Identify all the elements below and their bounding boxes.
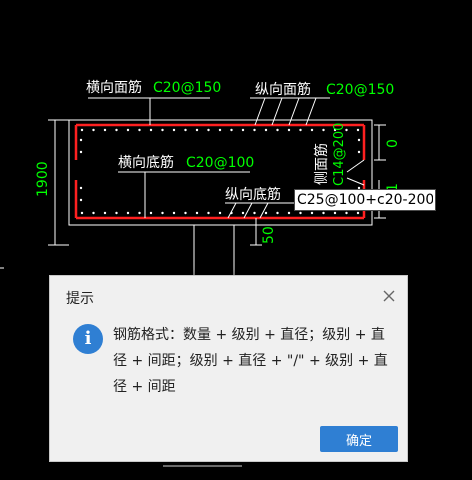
bottom-rebar-dot [264,211,268,215]
top-rebar-dot [322,128,325,132]
side-rebar-dot [79,186,83,190]
top-rebar-dot [241,128,245,132]
bottom-rebar-dot [241,211,245,215]
top-transverse-spec: C20@150 [153,80,221,96]
bottom-rebar-dot [149,211,153,215]
bottom-rebar-dot [276,211,279,215]
top-rebar-dot [230,128,233,132]
info-icon: i [73,324,103,354]
bottom-rebar-dot [184,211,187,215]
top-rebar-dot [356,128,360,132]
dim-bottom-cover: 50 [261,226,277,244]
top-rebar-dot [161,128,164,132]
side-rebar-dot [357,150,361,154]
side-rebar-dot [79,198,83,202]
bottom-rebar-dot [126,211,130,215]
top-rebar-dot [195,128,199,132]
close-icon[interactable] [381,288,397,304]
top-rebar-dot [80,128,84,132]
top-rebar-dot [149,128,153,132]
bottom-rebar-dot [253,211,256,215]
bottom-rebar-dot [218,211,222,215]
top-rebar-dot [92,128,95,132]
bottom-rebar-dot [195,211,199,215]
top-rebar-dot [172,128,176,132]
bottom-transverse-label: 横向底筋 [118,154,174,171]
top-rebar-dot [299,128,302,132]
bottom-rebar-dot [356,211,360,215]
top-transverse-label: 横向面筋 [86,79,142,96]
bottom-rebar-dot [172,211,176,215]
dialog-message: 钢筋格式：数量 + 级别 + 直径；级别 + 直 径 + 间距；级别 + 直径 … [113,327,388,395]
bottom-rebar-dot [345,211,348,215]
dialog-title: 提示 [66,291,94,307]
ok-button[interactable]: 确定 [320,426,398,452]
side-rebar-dot [79,150,83,154]
top-rebar-dot [276,128,279,132]
top-rebar-dot [253,128,256,132]
hint-dialog: 提示 i 钢筋格式：数量 + 级别 + 直径；级别 + 直 径 + 间距；级别 … [49,275,408,462]
top-rebar-dot [138,128,141,132]
top-rebar-dot [310,128,314,132]
bottom-rebar-dot [80,211,84,215]
bottom-rebar-dot [103,211,107,215]
bottom-rebar-dot [322,211,325,215]
dim-height: 1900 [35,161,51,197]
top-rebar-dot [207,128,210,132]
rebar-spec-input[interactable] [294,189,436,211]
bottom-rebar-dot [207,211,210,215]
side-spec: C14@200 [332,123,347,186]
bottom-rebar-dot [138,211,141,215]
top-rebar-dot [264,128,268,132]
side-label: 侧面筋 [313,143,330,185]
top-rebar-dot [287,128,291,132]
bottom-rebar-dot [299,211,302,215]
top-longitudinal-label: 纵向面筋 [255,81,311,98]
bottom-rebar-dot [115,211,118,215]
top-longitudinal-spec: C20@150 [326,82,394,98]
bottom-rebar-dot [161,211,164,215]
top-rebar-dot [126,128,130,132]
bottom-transverse-spec: C20@100 [186,155,254,171]
bottom-longitudinal-label: 纵向底筋 [225,186,281,203]
top-rebar-dot [115,128,118,132]
side-rebar-dot [79,138,83,142]
bottom-rebar-dot [92,211,95,215]
top-rebar-dot [103,128,107,132]
bottom-rebar-dot [287,211,291,215]
bottom-rebar-dot [333,211,337,215]
top-rebar-dot [218,128,222,132]
side-rebar-dot [357,138,361,142]
bottom-rebar-dot [310,211,314,215]
top-rebar-dot [184,128,187,132]
dim-top-cover: 0 [385,139,401,148]
pedestal-outline [193,224,235,275]
